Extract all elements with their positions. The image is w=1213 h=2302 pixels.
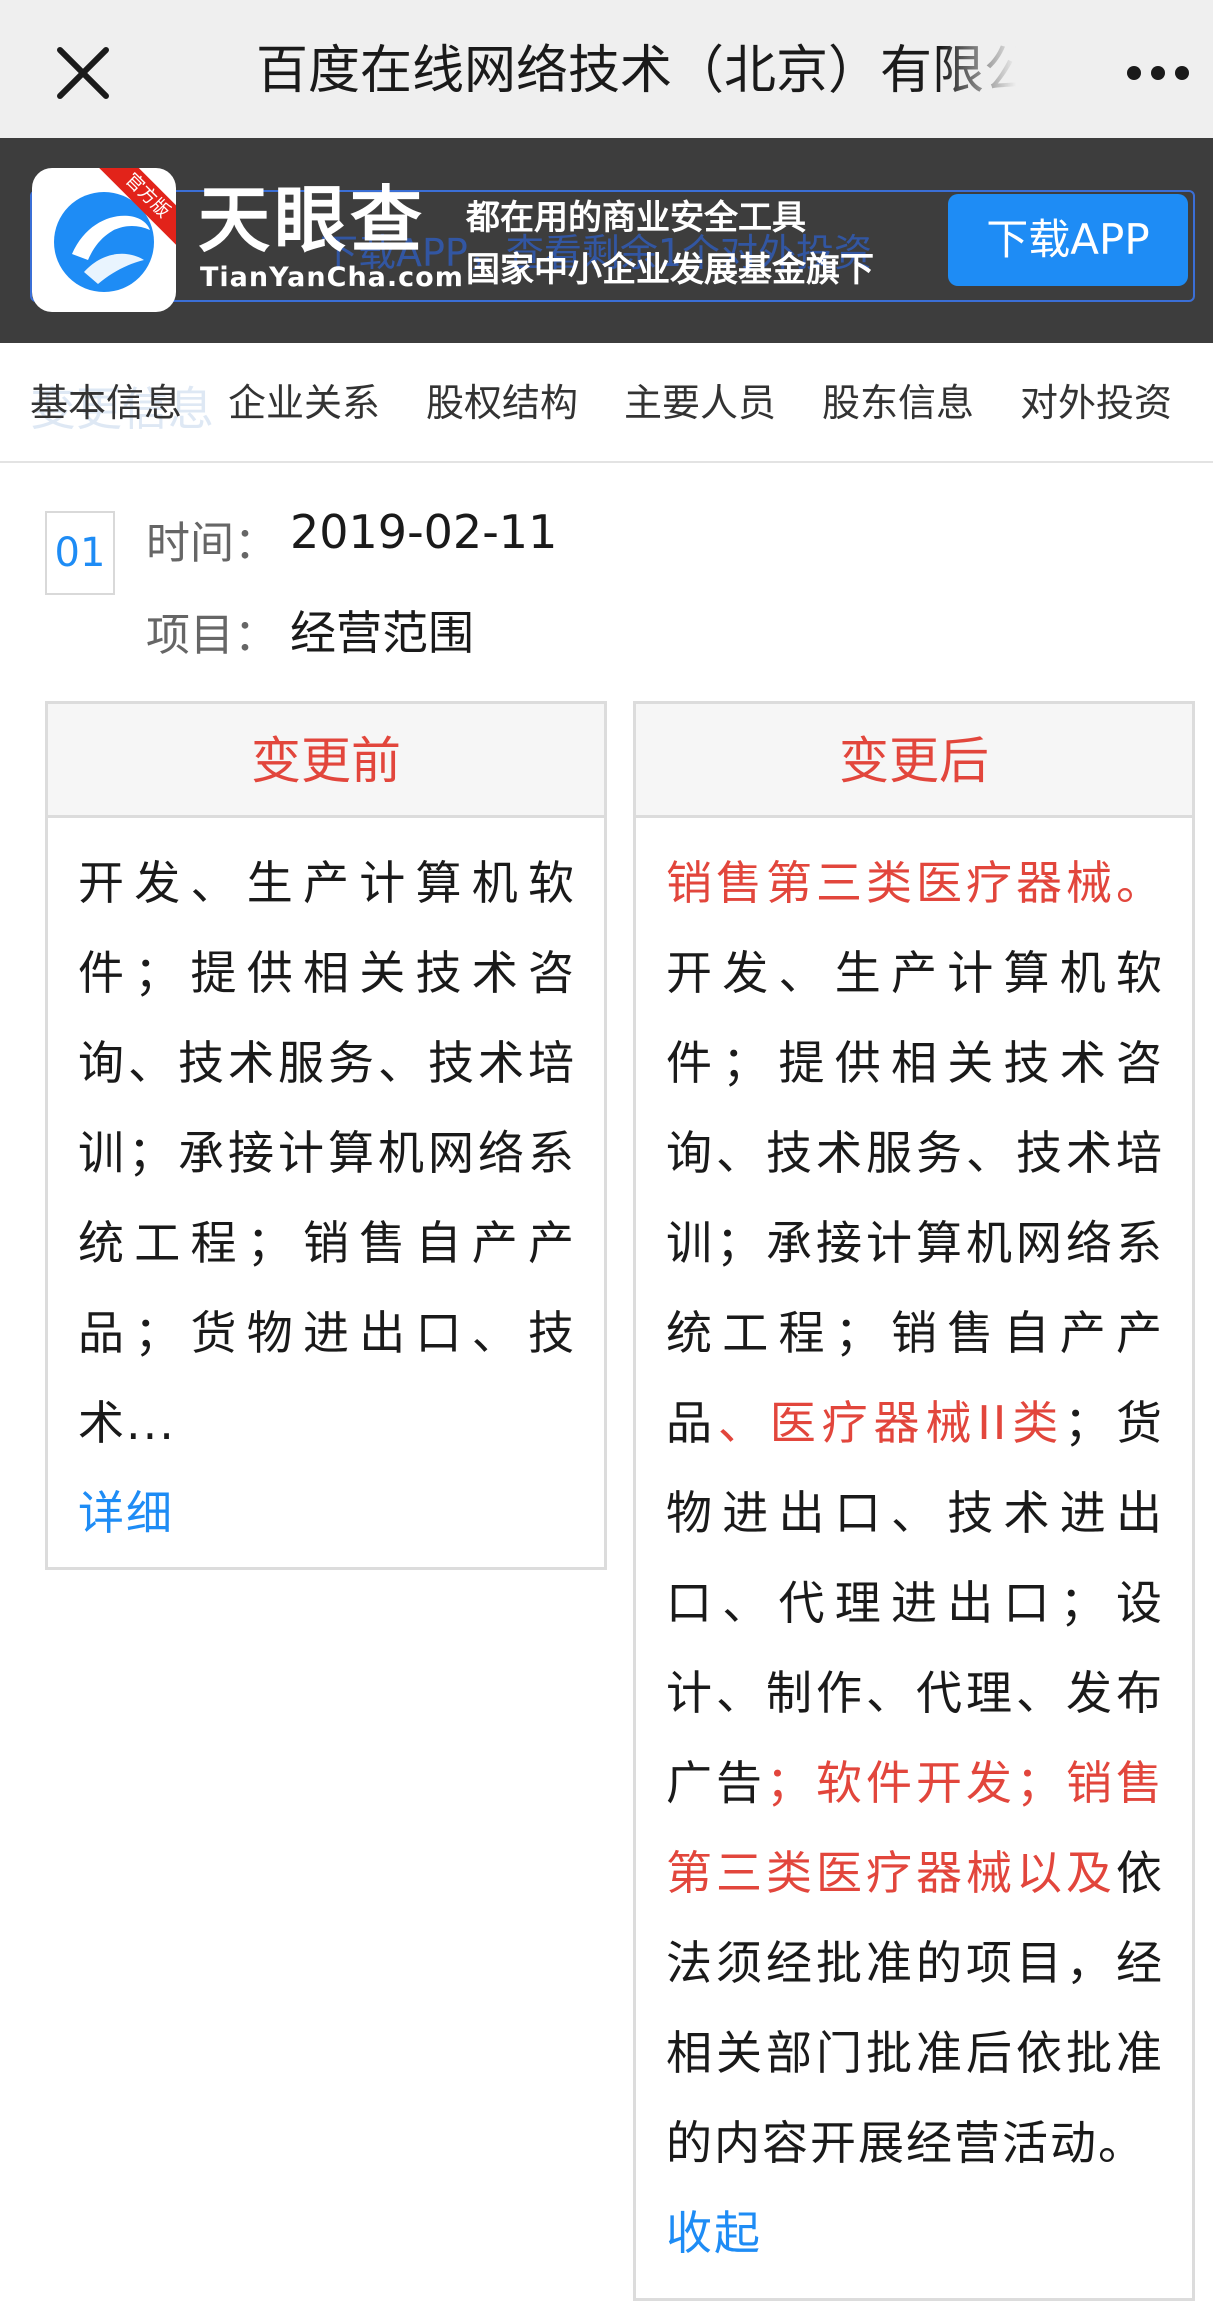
- slogan-line-1: 都在用的商业安全工具: [466, 198, 806, 238]
- brand-url: TianYanCha.com: [200, 262, 464, 293]
- time-value: 2019-02-11: [290, 505, 558, 559]
- before-change-title: 变更前: [48, 704, 604, 818]
- added-text-highlight: 销售第三类医疗器械。: [666, 856, 1164, 910]
- added-text-highlight: 、医疗器械II类: [717, 1396, 1065, 1450]
- tab-shareholders[interactable]: 股东信息: [822, 375, 974, 431]
- before-change-text: 开发、生产计算机软件；提供相关技术咨询、技术服务、技术培训；承接计算机网络系统工…: [78, 856, 576, 1450]
- download-app-button[interactable]: 下载APP: [948, 194, 1188, 286]
- record-index: 01: [45, 511, 115, 595]
- close-icon[interactable]: [50, 40, 116, 106]
- brand-name: 天眼查: [198, 178, 427, 262]
- tab-basic-info[interactable]: 基本信息: [30, 375, 182, 431]
- app-promo-banner[interactable]: 下载APP，查看剩余1个对外投资 官方版 天眼查 TianYanCha.com …: [0, 138, 1213, 343]
- time-label: 时间：: [146, 518, 278, 569]
- after-change-panel: 变更后 销售第三类医疗器械。开发、生产计算机软件；提供相关技术咨询、技术服务、技…: [633, 701, 1195, 2301]
- item-value: 经营范围: [290, 606, 474, 660]
- after-change-text: ；货物进出口、技术进出口、代理进出口；设计、制作、代理、发布广告: [666, 1396, 1164, 1810]
- before-change-panel: 变更前 开发、生产计算机软件；提供相关技术咨询、技术服务、技术培训；承接计算机网…: [45, 701, 607, 1570]
- item-label: 项目：: [146, 610, 278, 661]
- tab-equity-structure[interactable]: 股权结构: [426, 375, 578, 431]
- page-title: 百度在线网络技术（北京）有限公司: [256, 41, 1016, 101]
- title-bar: 百度在线网络技术（北京）有限公司: [0, 0, 1213, 138]
- before-change-content: 开发、生产计算机软件；提供相关技术咨询、技术服务、技术培训；承接计算机网络系统工…: [48, 818, 604, 1582]
- more-dots-icon[interactable]: [1125, 58, 1191, 88]
- after-change-text: 开发、生产计算机软件；提供相关技术咨询、技术服务、技术培训；承接计算机网络系统工…: [666, 946, 1164, 1450]
- detail-link[interactable]: 详细: [78, 1468, 576, 1558]
- section-tabs: 变更信息 基本信息 企业关系 股权结构 主要人员 股东信息 对外投资: [0, 343, 1213, 463]
- after-change-title: 变更后: [636, 704, 1192, 818]
- tab-investments[interactable]: 对外投资: [1020, 375, 1172, 431]
- collapse-link[interactable]: 收起: [666, 2188, 1164, 2278]
- change-record: 01 时间： 2019-02-11 项目： 经营范围: [0, 463, 1213, 693]
- after-change-content: 销售第三类医疗器械。开发、生产计算机软件；提供相关技术咨询、技术服务、技术培训；…: [636, 818, 1192, 2302]
- tab-company-relations[interactable]: 企业关系: [228, 375, 380, 431]
- slogan-line-2: 国家中小企业发展基金旗下: [466, 250, 874, 290]
- tianyancha-logo-icon: 官方版: [32, 168, 176, 312]
- tab-key-personnel[interactable]: 主要人员: [624, 375, 776, 431]
